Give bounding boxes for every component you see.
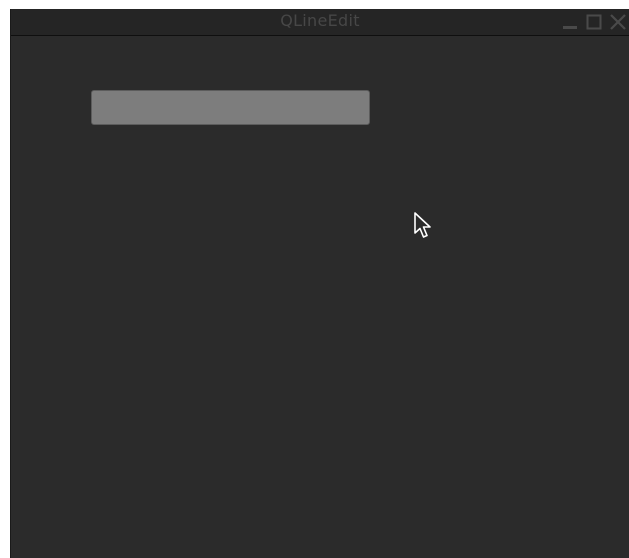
close-icon bbox=[610, 14, 626, 30]
minimize-icon bbox=[563, 26, 577, 29]
line-edit-input[interactable] bbox=[91, 90, 370, 125]
mouse-pointer-icon bbox=[414, 212, 431, 238]
maximize-button[interactable] bbox=[583, 9, 605, 35]
app-window: QLineEdit bbox=[10, 9, 629, 558]
maximize-icon bbox=[586, 14, 602, 30]
window-controls bbox=[557, 9, 629, 35]
minimize-button[interactable] bbox=[559, 9, 581, 35]
close-button[interactable] bbox=[607, 9, 629, 35]
title-bar[interactable]: QLineEdit bbox=[11, 9, 629, 36]
window-title: QLineEdit bbox=[280, 11, 360, 30]
central-widget bbox=[11, 36, 629, 558]
